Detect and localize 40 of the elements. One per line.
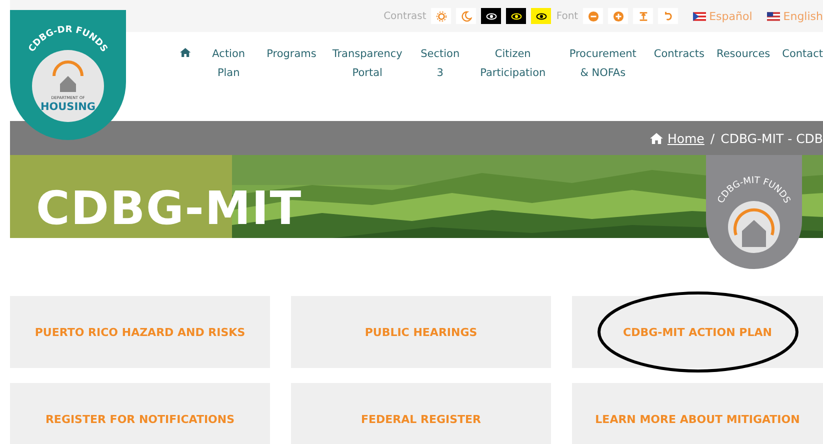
undo-icon bbox=[662, 10, 674, 22]
nav-link[interactable]: Resources bbox=[716, 45, 770, 64]
link-card[interactable]: PUBLIC HEARINGS bbox=[291, 296, 551, 368]
nav-link[interactable]: Programs bbox=[266, 45, 316, 64]
font-button[interactable] bbox=[658, 8, 678, 24]
contrast-button[interactable] bbox=[506, 8, 526, 24]
nav-link[interactable]: Procurement & NOFAs bbox=[564, 45, 642, 83]
breadcrumb-separator: / bbox=[710, 130, 715, 146]
contrast-button[interactable] bbox=[531, 8, 552, 24]
plus-icon bbox=[612, 10, 624, 22]
page-title: CDBG-MIT bbox=[36, 181, 302, 235]
link-card[interactable]: PUERTO RICO HAZARD AND RISKS bbox=[10, 296, 270, 368]
home-icon bbox=[650, 132, 664, 144]
font-button[interactable] bbox=[608, 8, 628, 24]
breadcrumb-current: CDBG-MIT - CDB bbox=[720, 130, 823, 146]
eye-icon bbox=[510, 10, 522, 22]
moon-icon bbox=[460, 10, 472, 22]
nav-link[interactable]: Citizen Participation bbox=[474, 45, 552, 83]
font-label: Font bbox=[556, 10, 578, 22]
flag-icon bbox=[767, 12, 780, 20]
flag-icon bbox=[693, 12, 706, 20]
eye-icon bbox=[536, 10, 547, 22]
contrast-label: Contrast bbox=[384, 10, 426, 22]
nav-link[interactable]: Transparency Portal bbox=[328, 45, 406, 83]
eye-icon bbox=[486, 10, 497, 22]
line-spacing-icon bbox=[638, 10, 649, 22]
font-button[interactable] bbox=[633, 8, 654, 24]
nav-link[interactable]: Section 3 bbox=[418, 45, 462, 83]
minus-icon bbox=[588, 10, 599, 22]
home-icon[interactable] bbox=[180, 47, 191, 58]
home-link[interactable]: Home bbox=[650, 130, 704, 146]
nav-link[interactable]: Contact bbox=[782, 45, 823, 64]
link-card[interactable]: FEDERAL REGISTER bbox=[291, 383, 551, 444]
sun-icon bbox=[436, 10, 447, 22]
contrast-button[interactable] bbox=[481, 8, 502, 24]
font-button[interactable] bbox=[583, 8, 604, 24]
nav-link[interactable]: Contracts bbox=[654, 45, 705, 64]
link-card[interactable]: LEARN MORE ABOUT MITIGATION bbox=[572, 383, 823, 444]
link-card[interactable]: REGISTER FOR NOTIFICATIONS bbox=[10, 383, 270, 444]
nav-link[interactable]: Action Plan bbox=[202, 45, 255, 83]
